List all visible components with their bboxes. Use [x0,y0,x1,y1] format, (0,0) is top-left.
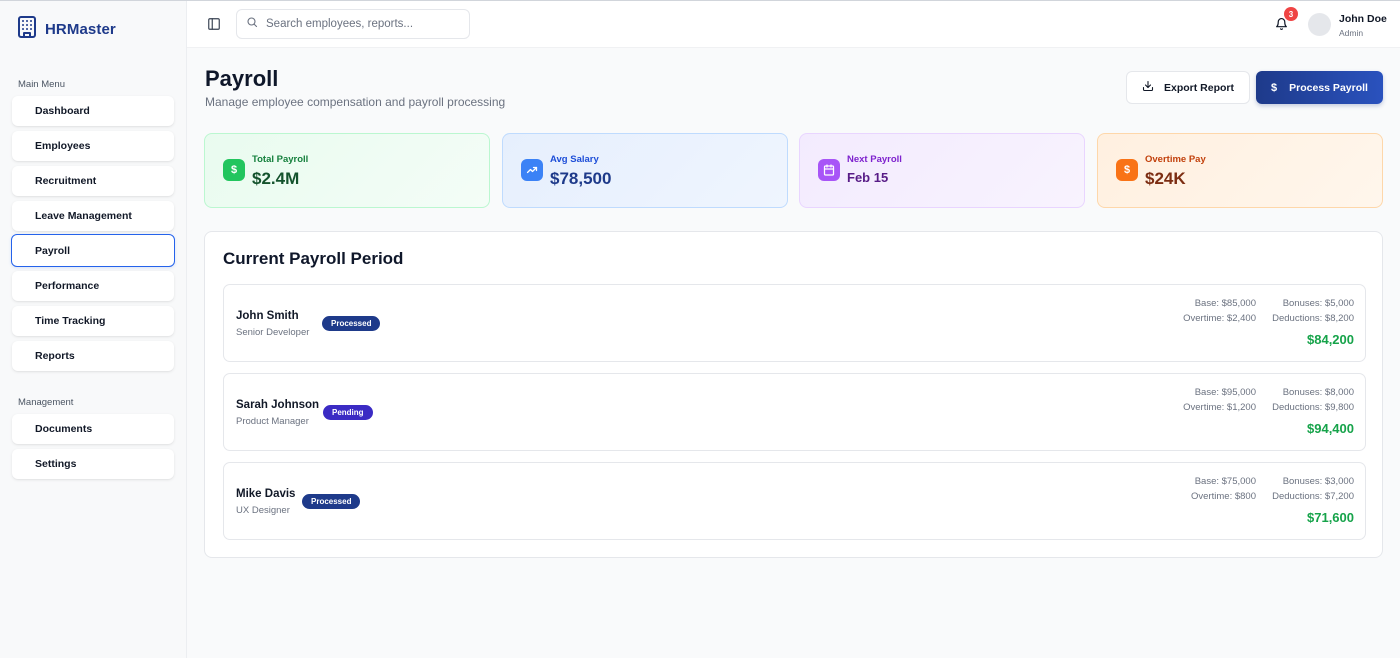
dollar-icon: $ [223,159,245,181]
employee-name: John Smith [236,310,299,322]
search-icon [246,15,258,33]
page-title: Payroll [205,66,279,91]
download-icon [1142,80,1154,95]
stat-card-total-payroll: $ Total Payroll $2.4M [204,133,490,208]
status-badge: Pending [323,405,373,420]
search-input[interactable] [266,18,456,30]
brand-name: HRMaster [45,21,116,38]
export-report-button[interactable]: Export Report [1126,71,1250,104]
user-role: Admin [1339,28,1364,38]
base-salary: Base: $85,000 [1194,298,1256,309]
sidebar-item-recruitment[interactable]: Recruitment [12,166,174,196]
employee-name: Sarah Johnson [236,399,320,411]
sidebar-item-performance[interactable]: Performance [12,271,174,301]
stat-card-avg-salary: Avg Salary $78,500 [502,133,788,208]
main-menu-label: Main Menu [18,79,65,90]
status-badge: Processed [302,494,361,509]
overtime: Overtime: $1,200 [1183,402,1256,413]
payroll-row[interactable]: Mike Davis UX Designer Processed Base: $… [223,462,1366,540]
stat-card-next-payroll: Next Payroll Feb 15 [799,133,1085,208]
topbar: 3 John Doe Admin [187,1,1400,48]
dollar-icon: $ [1116,159,1138,181]
stat-label: Overtime Pay [1145,154,1206,165]
sidebar-item-time-tracking[interactable]: Time Tracking [12,306,174,336]
notification-badge: 3 [1284,7,1298,21]
employee-name: Mike Davis [236,488,296,500]
management-label: Management [18,397,74,408]
employee-role: UX Designer [236,505,290,516]
stat-label: Next Payroll [847,154,902,165]
calendar-icon [818,159,840,181]
stat-label: Avg Salary [550,154,599,165]
employee-role: Product Manager [236,416,309,427]
sidebar-item-leave-management[interactable]: Leave Management [12,201,174,231]
search-box[interactable] [236,9,470,39]
bonuses: Bonuses: $5,000 [1282,298,1354,309]
base-salary: Base: $95,000 [1194,387,1256,398]
user-name[interactable]: John Doe [1339,13,1387,25]
net-pay: $84,200 [1307,332,1354,347]
deductions: Deductions: $7,200 [1272,491,1354,502]
bonuses: Bonuses: $8,000 [1282,387,1354,398]
sidebar-item-settings[interactable]: Settings [12,449,174,479]
avatar[interactable] [1308,13,1331,36]
stat-label: Total Payroll [252,154,309,165]
deductions: Deductions: $8,200 [1272,313,1354,324]
stat-value: $78,500 [550,169,612,188]
bonuses: Bonuses: $3,000 [1282,476,1354,487]
process-payroll-button[interactable]: $ Process Payroll [1256,71,1383,104]
sidebar-item-payroll[interactable]: Payroll [11,234,175,267]
stat-value: Feb 15 [847,170,889,185]
sidebar-item-employees[interactable]: Employees [12,131,174,161]
net-pay: $71,600 [1307,510,1354,525]
payroll-row[interactable]: Sarah Johnson Product Manager Pending Ba… [223,373,1366,451]
process-payroll-label: Process Payroll [1289,81,1368,94]
net-pay: $94,400 [1307,421,1354,436]
current-payroll-panel: Current Payroll Period John Smith Senior… [204,231,1383,558]
employee-role: Senior Developer [236,327,310,338]
sidebar-item-documents[interactable]: Documents [12,414,174,444]
sidebar-item-dashboard[interactable]: Dashboard [12,96,174,126]
page-subtitle: Manage employee compensation and payroll… [205,95,506,109]
sidebar-item-reports[interactable]: Reports [12,341,174,371]
brand[interactable]: HRMaster [15,15,116,44]
deductions: Deductions: $9,800 [1272,402,1354,413]
payroll-row[interactable]: John Smith Senior Developer Processed Ba… [223,284,1366,362]
stat-value: $2.4M [252,169,300,188]
dollar-icon: $ [1271,81,1278,94]
export-report-label: Export Report [1163,81,1234,94]
sidebar-toggle-icon[interactable] [207,17,221,31]
panel-title: Current Payroll Period [223,249,404,268]
sidebar: HRMaster Main Menu Dashboard Employees R… [0,1,187,658]
base-salary: Base: $75,000 [1194,476,1256,487]
status-badge: Processed [322,316,381,331]
building-icon [15,15,39,44]
overtime: Overtime: $2,400 [1183,313,1256,324]
stat-card-overtime-pay: $ Overtime Pay $24K [1097,133,1383,208]
overtime: Overtime: $800 [1191,491,1256,502]
trending-up-icon [521,159,543,181]
stat-value: $24K [1145,169,1186,188]
